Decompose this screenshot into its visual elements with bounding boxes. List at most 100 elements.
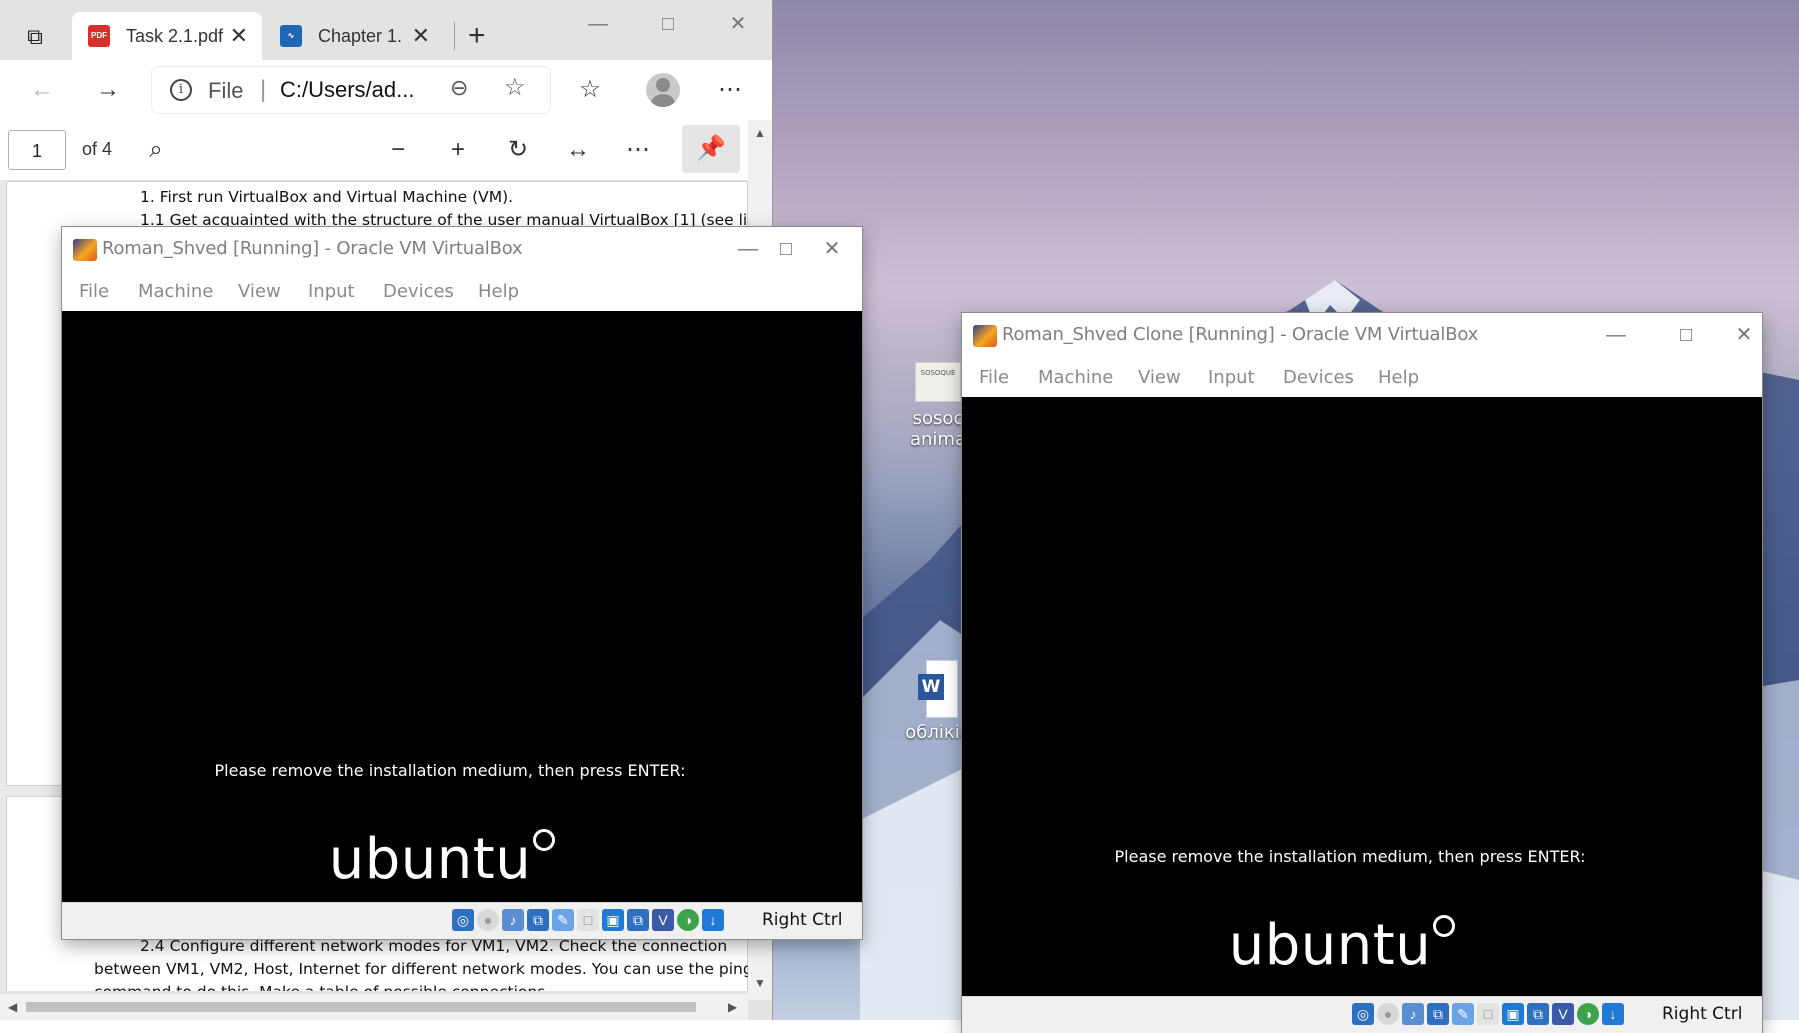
virtualbox-window-main: Roman_Shved [Running] - Oracle VM Virtua…: [62, 227, 862, 939]
menu-machine[interactable]: Machine: [138, 281, 213, 302]
virtualization-icon[interactable]: V: [1552, 1003, 1574, 1025]
minimize-button[interactable]: —: [1586, 319, 1646, 351]
info-icon[interactable]: i: [170, 79, 192, 101]
back-button[interactable]: ←: [22, 70, 62, 110]
display-icon[interactable]: ▣: [1502, 1003, 1524, 1025]
menu-help[interactable]: Help: [478, 281, 519, 302]
vm-message: Please remove the installation medium, t…: [1114, 847, 1586, 866]
zoom-out-button[interactable]: −: [380, 132, 416, 168]
video-capture-icon[interactable]: ⧉: [627, 909, 649, 931]
guest-additions-icon[interactable]: ◑: [1577, 1003, 1599, 1025]
menu-machine[interactable]: Machine: [1038, 367, 1113, 388]
forward-button[interactable]: →: [88, 70, 128, 110]
usb-icon[interactable]: ✎: [552, 909, 574, 931]
address-scheme: File: [208, 78, 244, 103]
vm-display[interactable]: Please remove the installation medium, t…: [962, 397, 1762, 997]
pdf-line: command to do this. Make a table of poss…: [94, 983, 550, 991]
scroll-down-icon[interactable]: ▼: [754, 976, 766, 990]
vm-message: Please remove the installation medium, t…: [214, 761, 686, 780]
pdf-icon: PDF: [88, 25, 110, 47]
rotate-icon[interactable]: ↻: [500, 132, 536, 168]
minimize-button[interactable]: —: [568, 8, 628, 40]
close-window-button[interactable]: ✕: [708, 8, 768, 40]
ubuntu-circle-of-friends-icon: [1433, 915, 1456, 937]
menu-devices[interactable]: Devices: [1283, 367, 1354, 388]
audio-icon[interactable]: ♪: [502, 909, 524, 931]
pdf-toolbar: 1 of 4 ⌕ − + ↻ ↔ ⋯ 📌: [0, 120, 760, 181]
shared-folders-icon[interactable]: □: [1477, 1003, 1499, 1025]
menu-help[interactable]: Help: [1378, 367, 1419, 388]
optical-drive-icon[interactable]: ●: [1377, 1003, 1399, 1025]
hard-disk-icon[interactable]: ◎: [1352, 1003, 1374, 1025]
tab-chapter[interactable]: ∿ Chapter 1. I ✕: [274, 12, 444, 60]
page-number-input[interactable]: 1: [8, 130, 66, 170]
address-url: C:/Users/ad...: [280, 77, 415, 102]
network-icon[interactable]: ⧉: [1427, 1003, 1449, 1025]
optical-drive-icon[interactable]: ●: [477, 909, 499, 931]
ubuntu-circle-of-friends-icon: [533, 829, 556, 851]
status-icons: ◎ ● ♪ ⧉ ✎ □ ▣ ⧉ V ◑ ↓: [452, 909, 724, 933]
audio-icon[interactable]: ♪: [1402, 1003, 1424, 1025]
more-options-icon[interactable]: ⋯: [710, 70, 750, 110]
usb-icon[interactable]: ✎: [1452, 1003, 1474, 1025]
pin-toolbar-icon[interactable]: 📌: [682, 125, 740, 173]
virtualbox-app-icon: [73, 239, 97, 261]
mouse-integration-icon[interactable]: ↓: [1602, 1003, 1624, 1025]
address-bar[interactable]: i File | C:/Users/ad... ⊖ ☆: [152, 67, 550, 113]
hard-disk-icon[interactable]: ◎: [452, 909, 474, 931]
close-tab-icon[interactable]: ✕: [412, 12, 430, 60]
search-icon[interactable]: ⌕: [138, 132, 174, 168]
menu-devices[interactable]: Devices: [383, 281, 454, 302]
virtualbox-window-clone: Roman_Shved Clone [Running] - Oracle VM …: [962, 313, 1762, 1033]
navigation-bar: ← → i File | C:/Users/ad... ⊖ ☆ ☆ ⋯: [0, 60, 772, 120]
menu-view[interactable]: View: [1138, 367, 1181, 388]
word-icon: W: [918, 660, 958, 718]
title-bar: Roman_Shved Clone [Running] - Oracle VM …: [962, 313, 1762, 357]
new-tab-button[interactable]: +: [468, 18, 486, 54]
title-bar: Roman_Shved [Running] - Oracle VM Virtua…: [62, 227, 862, 271]
horizontal-scrollbar[interactable]: ◀ ▶: [0, 994, 748, 1020]
close-tab-icon[interactable]: ✕: [230, 12, 248, 60]
tab-task-pdf[interactable]: PDF Task 2.1.pdf ✕: [72, 12, 262, 60]
pdf-line: 1. First run VirtualBox and Virtual Mach…: [140, 188, 514, 206]
virtualization-icon[interactable]: V: [652, 909, 674, 931]
more-tools-icon[interactable]: ⋯: [620, 132, 656, 168]
animation-thumbnail-icon: SOSOQUE: [915, 362, 961, 402]
fit-width-icon[interactable]: ↔: [560, 132, 596, 168]
tab-label: Chapter 1. I: [318, 26, 408, 46]
maximize-button[interactable]: □: [1656, 319, 1716, 351]
zoom-in-button[interactable]: +: [440, 132, 476, 168]
status-bar: ◎ ● ♪ ⧉ ✎ □ ▣ ⧉ V ◑ ↓ Right Ctrl: [962, 996, 1762, 1033]
tab-actions-icon[interactable]: ⧉: [20, 22, 50, 52]
host-key-label: Right Ctrl: [1662, 1004, 1743, 1024]
maximize-button[interactable]: □: [638, 8, 698, 40]
guest-additions-icon[interactable]: ◑: [677, 909, 699, 931]
shared-folders-icon[interactable]: □: [577, 909, 599, 931]
profile-avatar[interactable]: [646, 73, 680, 107]
scroll-right-icon[interactable]: ▶: [728, 1000, 737, 1014]
close-window-button[interactable]: ✕: [1726, 319, 1762, 351]
video-capture-icon[interactable]: ⧉: [1527, 1003, 1549, 1025]
display-icon[interactable]: ▣: [602, 909, 624, 931]
tab-bar: ⧉ PDF Task 2.1.pdf ✕ ∿ Chapter 1. I ✕ + …: [0, 0, 772, 60]
network-icon[interactable]: ⧉: [527, 909, 549, 931]
ubuntu-logo: ubuntu: [62, 827, 862, 892]
menu-view[interactable]: View: [238, 281, 281, 302]
scroll-left-icon[interactable]: ◀: [8, 1000, 17, 1014]
address-divider: |: [260, 76, 267, 103]
menu-file[interactable]: File: [979, 367, 1009, 388]
status-bar: ◎ ● ♪ ⧉ ✎ □ ▣ ⧉ V ◑ ↓ Right Ctrl: [62, 902, 862, 939]
close-window-button[interactable]: ✕: [802, 233, 862, 265]
ubuntu-logo: ubuntu: [962, 913, 1762, 978]
scrollbar-thumb[interactable]: [26, 1002, 696, 1012]
menu-file[interactable]: File: [79, 281, 109, 302]
menu-input[interactable]: Input: [1208, 367, 1255, 388]
scroll-up-icon[interactable]: ▲: [754, 126, 766, 140]
page-count: of 4: [82, 139, 113, 159]
vm-display[interactable]: Please remove the installation medium, t…: [62, 311, 862, 903]
add-favorite-icon[interactable]: ☆: [504, 73, 526, 102]
menu-input[interactable]: Input: [308, 281, 355, 302]
zoom-out-icon[interactable]: ⊖: [450, 75, 468, 101]
favorites-icon[interactable]: ☆: [570, 70, 610, 110]
mouse-integration-icon[interactable]: ↓: [702, 909, 724, 931]
